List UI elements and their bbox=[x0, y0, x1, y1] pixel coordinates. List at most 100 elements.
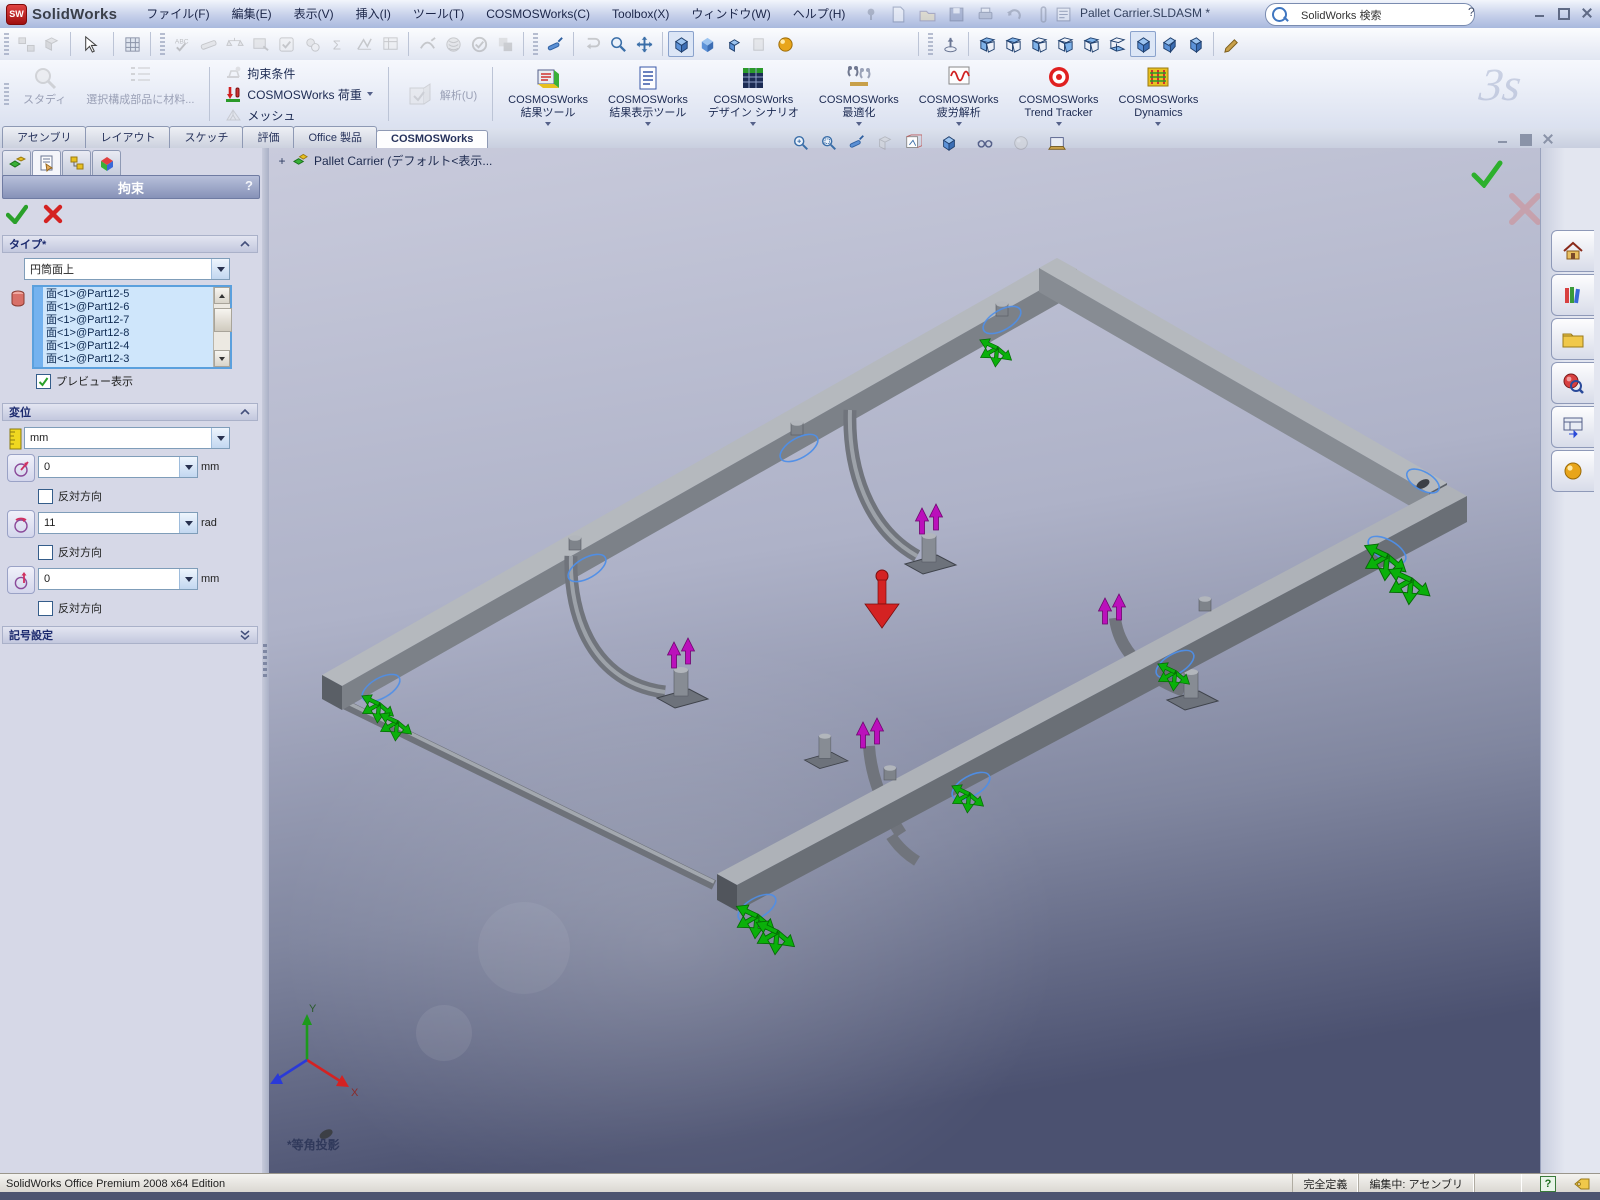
restore-button[interactable] bbox=[1556, 6, 1571, 20]
spin-arrow-icon[interactable] bbox=[179, 457, 197, 477]
tab-layout[interactable]: レイアウト bbox=[85, 126, 171, 148]
selected-faces-listbox[interactable]: 面<1>@Part12-5 面<1>@Part12-6 面<1>@Part12-… bbox=[32, 285, 232, 369]
circumferential-direction-button[interactable] bbox=[7, 510, 35, 538]
deviation-icon[interactable] bbox=[351, 31, 377, 57]
dropdown-arrow-icon[interactable] bbox=[211, 428, 229, 448]
results-display-button[interactable]: COSMOSWorks 結果表示ツール bbox=[598, 60, 698, 128]
view-right-icon[interactable] bbox=[1052, 31, 1078, 57]
confirm-cancel-corner-icon[interactable] bbox=[1507, 192, 1540, 226]
apply-material-button[interactable]: 選択構成部品に材料... bbox=[76, 60, 204, 128]
circumferential-reverse-checkbox[interactable] bbox=[38, 544, 53, 560]
preview-checkbox-row[interactable]: プレビュー表示 bbox=[36, 373, 133, 389]
save-icon[interactable] bbox=[948, 6, 965, 23]
search-input[interactable] bbox=[1299, 7, 1443, 22]
spin-arrow-icon[interactable] bbox=[179, 569, 197, 589]
check-entity-icon[interactable] bbox=[273, 31, 299, 57]
axial-value-input[interactable]: 0 bbox=[38, 568, 198, 590]
normal-to-icon[interactable] bbox=[937, 31, 963, 57]
tab-office-products[interactable]: Office 製品 bbox=[293, 126, 378, 148]
view-dimetric-icon[interactable] bbox=[1182, 31, 1208, 57]
view-top-icon[interactable] bbox=[1078, 31, 1104, 57]
view-orientation-icon[interactable] bbox=[900, 130, 926, 156]
view-previous-icon[interactable] bbox=[579, 31, 605, 57]
compare-icon[interactable] bbox=[492, 31, 518, 57]
insert-component-icon[interactable] bbox=[39, 31, 65, 57]
trend-tracker-dropdown-icon[interactable] bbox=[1055, 122, 1062, 126]
sketch-grid-icon[interactable] bbox=[119, 31, 145, 57]
select-cursor-icon[interactable] bbox=[76, 31, 102, 57]
section-view-icon[interactable] bbox=[872, 130, 898, 156]
help-menu[interactable]: ? bbox=[1468, 5, 1484, 19]
splitter-handle[interactable] bbox=[263, 644, 267, 678]
mesh-button[interactable]: メッシュ bbox=[221, 105, 376, 125]
scroll-thumb[interactable] bbox=[214, 308, 232, 332]
results-tools-dropdown-icon[interactable] bbox=[545, 122, 552, 126]
dynamics-button[interactable]: COSMOSWorks Dynamics bbox=[1109, 60, 1209, 128]
preview-checkbox[interactable] bbox=[36, 373, 51, 389]
collapse-chevron-icon[interactable] bbox=[239, 407, 251, 417]
spin-arrow-icon[interactable] bbox=[179, 513, 197, 533]
pan-icon[interactable] bbox=[631, 31, 657, 57]
curvature-icon[interactable] bbox=[414, 31, 440, 57]
face-list-item[interactable]: 面<1>@Part12-4 bbox=[46, 340, 213, 353]
shaded-with-edges-icon[interactable] bbox=[668, 31, 694, 57]
design-scenario-button[interactable]: COSMOSWorks デザイン シナリオ bbox=[698, 60, 809, 128]
trend-tracker-button[interactable]: COSMOSWorks Trend Tracker bbox=[1009, 60, 1109, 128]
performance-icon[interactable] bbox=[299, 31, 325, 57]
doc-minimize-button[interactable] bbox=[1496, 132, 1511, 145]
design-table-icon[interactable] bbox=[377, 31, 403, 57]
face-list-item[interactable]: 面<1>@Part12-8 bbox=[46, 327, 213, 340]
axial-reverse-row[interactable]: 反対方向 bbox=[38, 600, 102, 616]
quick-tips-icon[interactable]: ? bbox=[1540, 1175, 1556, 1192]
type-section-header[interactable]: タイプ* bbox=[2, 235, 258, 253]
property-manager-tab[interactable] bbox=[32, 150, 61, 176]
search-box[interactable] bbox=[1265, 3, 1475, 26]
circumferential-value-input[interactable]: 11 bbox=[38, 512, 198, 534]
optimization-dropdown-icon[interactable] bbox=[855, 122, 862, 126]
confirm-ok-corner-icon[interactable] bbox=[1471, 160, 1503, 188]
pm-help-button[interactable]: ? bbox=[245, 178, 253, 193]
fatigue-dropdown-icon[interactable] bbox=[955, 122, 962, 126]
face-list-item[interactable]: 面<1>@Part12-7 bbox=[46, 314, 213, 327]
filter-wand-icon[interactable] bbox=[542, 31, 568, 57]
cosmosworks-manager-tab[interactable] bbox=[92, 150, 121, 176]
section-properties-icon[interactable] bbox=[247, 31, 273, 57]
zoom-fit-icon[interactable] bbox=[788, 130, 814, 156]
menu-pin-icon[interactable] bbox=[864, 7, 878, 21]
face-list-item[interactable]: 面<1>@Part12-3 bbox=[46, 353, 213, 366]
symbol-settings-section-header[interactable]: 記号設定 bbox=[2, 626, 258, 644]
fatigue-button[interactable]: COSMOSWorks 疲労解析 bbox=[909, 60, 1009, 128]
tag-icon[interactable] bbox=[1574, 1178, 1590, 1190]
view-left-icon[interactable] bbox=[1026, 31, 1052, 57]
zoom-area-icon[interactable] bbox=[816, 130, 842, 156]
shaded-icon[interactable] bbox=[694, 31, 720, 57]
unit-dropdown[interactable]: mm bbox=[24, 427, 230, 449]
radial-value-input[interactable]: 0 bbox=[38, 456, 198, 478]
feature-manager-tab[interactable] bbox=[2, 150, 31, 176]
menu-view[interactable]: 表示(V) bbox=[283, 1, 345, 28]
cancel-button[interactable] bbox=[42, 204, 64, 224]
restraints-button[interactable]: 拘束条件 bbox=[221, 63, 376, 83]
optimization-button[interactable]: COSMOSWorks 最適化 bbox=[809, 60, 909, 128]
loads-dropdown-icon[interactable] bbox=[366, 92, 373, 96]
results-tools-button[interactable]: COSMOSWorks 結果ツール bbox=[498, 60, 598, 128]
file-explorer-tab[interactable] bbox=[1551, 318, 1594, 360]
tree-root-label[interactable]: Pallet Carrier (デフォルト<表示... bbox=[314, 152, 492, 169]
design-library-tab[interactable] bbox=[1551, 274, 1594, 316]
displacement-section-header[interactable]: 変位 bbox=[2, 403, 258, 421]
apply-scene-hud-icon[interactable] bbox=[1044, 130, 1070, 156]
scroll-up-icon[interactable] bbox=[214, 287, 230, 304]
measure-icon[interactable] bbox=[195, 31, 221, 57]
design-scenario-dropdown-icon[interactable] bbox=[750, 122, 757, 126]
face-list-item[interactable]: 面<1>@Part12-6 bbox=[46, 301, 213, 314]
restraint-type-dropdown[interactable]: 円筒面上 bbox=[24, 258, 230, 280]
results-display-dropdown-icon[interactable] bbox=[644, 122, 651, 126]
configuration-manager-tab[interactable] bbox=[62, 150, 91, 176]
solidworks-resources-tab[interactable] bbox=[1551, 230, 1594, 272]
draft-quality-icon[interactable] bbox=[746, 31, 772, 57]
view-trimetric-icon[interactable] bbox=[1156, 31, 1182, 57]
view-palette-tab[interactable] bbox=[1551, 406, 1594, 448]
doc-close-button[interactable] bbox=[1540, 132, 1555, 145]
expand-double-chevron-icon[interactable] bbox=[239, 629, 251, 641]
close-button[interactable] bbox=[1579, 6, 1594, 19]
